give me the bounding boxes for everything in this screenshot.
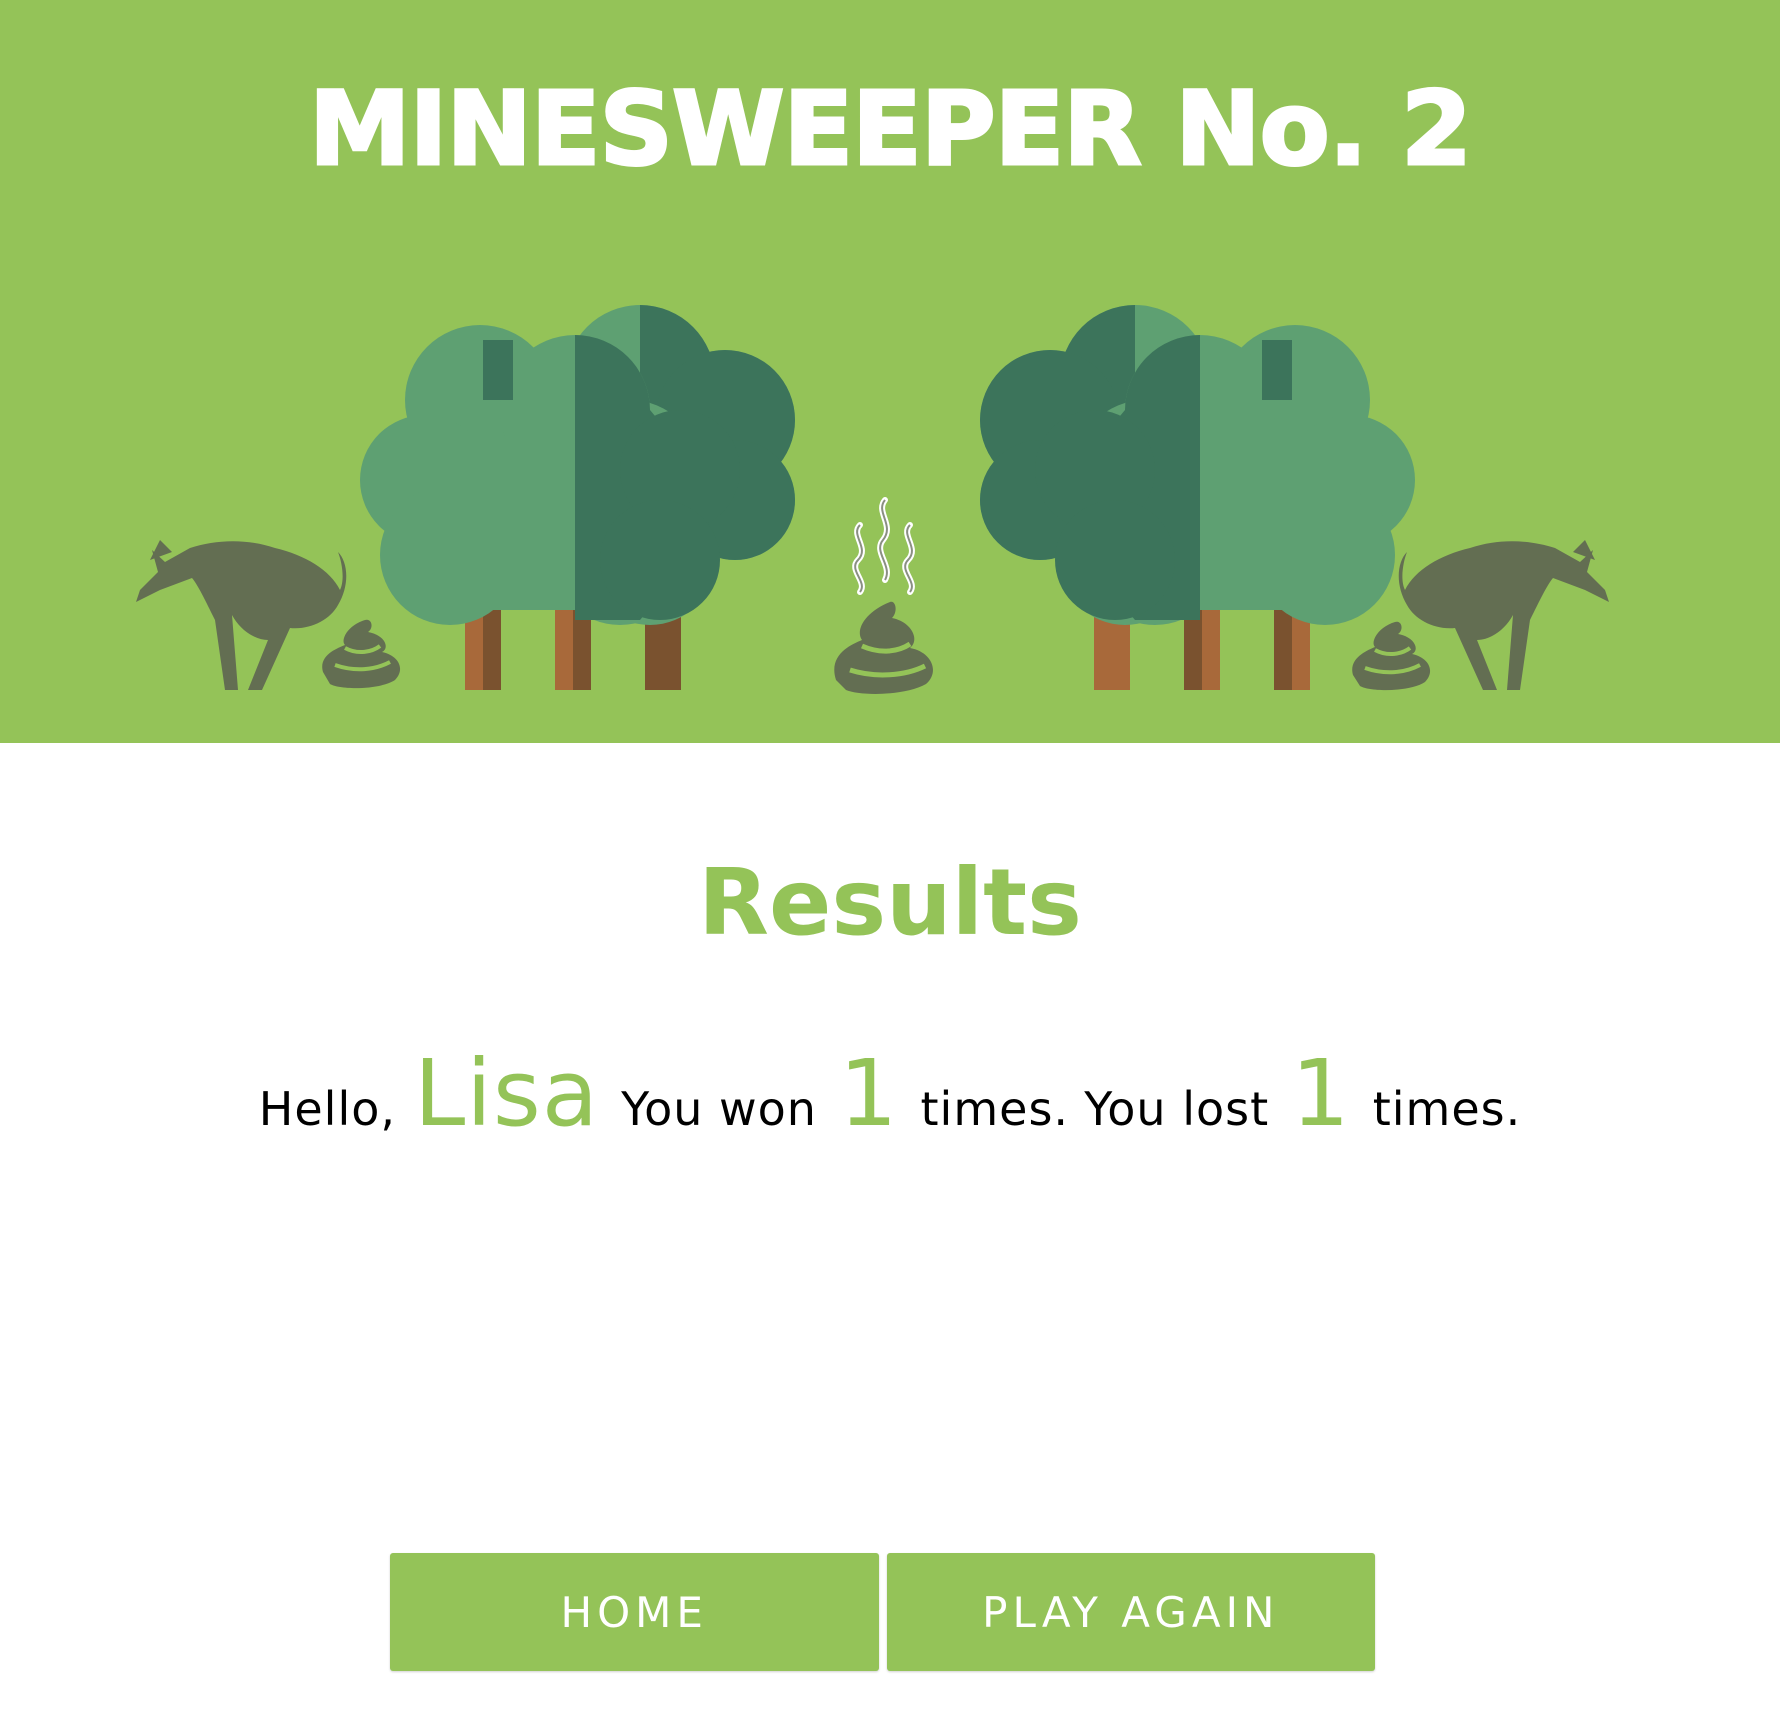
header-banner: MINESWEEPER No. 2	[0, 0, 1780, 743]
app-title: MINESWEEPER No. 2	[308, 69, 1474, 191]
player-name: Lisa	[414, 1040, 600, 1147]
tree-icon	[360, 305, 795, 690]
dog-icon	[136, 540, 347, 690]
won-count: 1	[838, 1040, 899, 1147]
won-suffix-text: times.	[920, 1082, 1070, 1136]
lost-prefix-text: You lost	[1084, 1082, 1270, 1136]
results-heading: Results	[698, 849, 1082, 956]
home-button[interactable]: HOME	[390, 1553, 879, 1671]
poop-icon	[1352, 621, 1431, 691]
dog-icon	[1398, 540, 1609, 690]
tree-icon	[980, 305, 1415, 690]
poop-icon	[322, 619, 401, 689]
lost-count: 1	[1291, 1040, 1351, 1147]
results-summary: Hello, Lisa You won 1 times. You lost 1 times.	[0, 1040, 1780, 1147]
won-prefix-text: You won	[621, 1082, 817, 1136]
lost-suffix-text: times.	[1372, 1082, 1522, 1136]
play-again-button[interactable]: PLAY AGAIN	[886, 1553, 1375, 1671]
poop-icon	[834, 601, 933, 694]
greeting-text: Hello,	[258, 1082, 396, 1136]
action-buttons: HOME PLAY AGAIN	[390, 1553, 1375, 1671]
